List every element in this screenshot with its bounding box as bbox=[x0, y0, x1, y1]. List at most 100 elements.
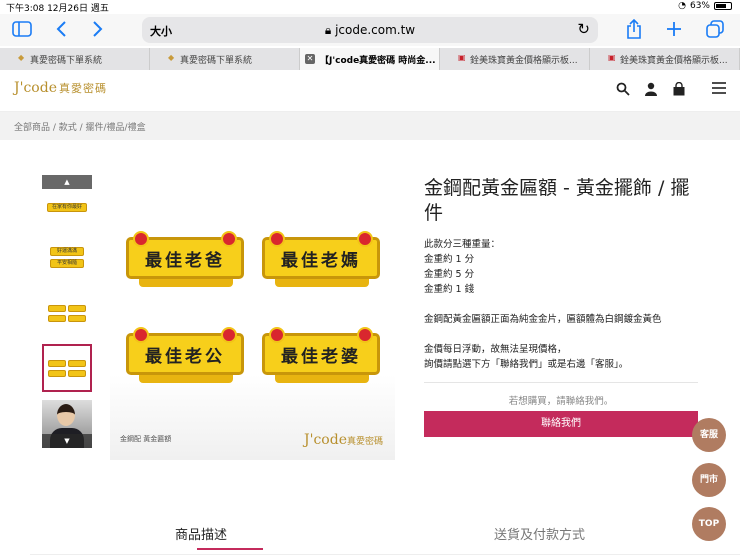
tab-label: 【J'code真愛密碼 時尚金... bbox=[320, 55, 436, 66]
breadcrumb[interactable]: 全部商品 / 款式 / 擺件/禮品/禮盒 bbox=[14, 120, 146, 133]
thumb-plaque bbox=[48, 314, 66, 322]
tab-label: 銓美珠寶黃金價格顯示板... bbox=[470, 55, 578, 66]
menu-icon[interactable] bbox=[712, 82, 726, 98]
image-caption: 金鋼配 黃金匾額 bbox=[120, 435, 172, 443]
url-text: 🔒︎ jcode.com.tw bbox=[142, 23, 598, 38]
thumb-row bbox=[48, 314, 86, 322]
watermark-brand: J'code bbox=[304, 432, 347, 448]
customer-service-button[interactable]: 客服 bbox=[692, 418, 726, 452]
desc-line: 金價每日浮動，故無法呈現價格， bbox=[424, 344, 567, 355]
thumb-plaque bbox=[68, 359, 86, 367]
site-logo[interactable]: J'code 真愛密碼 bbox=[14, 80, 107, 96]
plaque-text: 最佳老爸 bbox=[145, 250, 225, 271]
thumb-row bbox=[48, 304, 86, 312]
desc-line: 金重約 5 分 bbox=[424, 269, 475, 280]
product-description: 此款分三種重量： 金重約 1 分 金重約 5 分 金重約 1 錢 金鋼配黃金匾額… bbox=[424, 237, 662, 372]
browser-tab[interactable]: ◆ 真愛密碼下單系統 bbox=[0, 48, 150, 70]
plaque-base bbox=[275, 375, 369, 383]
plaque: 最佳老婆 bbox=[262, 327, 380, 383]
plaque-text: 最佳老婆 bbox=[281, 346, 361, 367]
browser-tab-active[interactable]: ✕ 【J'code真愛密碼 時尚金... bbox=[300, 48, 440, 70]
plaque-base bbox=[139, 279, 233, 287]
plaque: 最佳老媽 bbox=[262, 231, 380, 287]
battery-percent: 63% bbox=[689, 1, 710, 11]
browser-toolbar: 大小 🔒︎ jcode.com.tw ↻ bbox=[0, 14, 740, 46]
model-head bbox=[57, 404, 75, 426]
reload-icon[interactable]: ↻ bbox=[577, 20, 590, 38]
chevron-up-icon[interactable]: ▲ bbox=[42, 175, 92, 189]
tab-overview-icon[interactable] bbox=[706, 18, 724, 40]
browser-tab[interactable]: ▣ 銓美珠寶黃金價格顯示板... bbox=[440, 48, 590, 70]
desc-line: 金重約 1 錢 bbox=[424, 284, 475, 295]
thumb-plaque: 在家有你最好 bbox=[47, 202, 87, 212]
thumbnail[interactable]: 在家有你最好 bbox=[42, 189, 92, 225]
thumb-plaque bbox=[68, 304, 86, 312]
search-icon[interactable] bbox=[616, 82, 630, 100]
plaque: 最佳老公 bbox=[126, 327, 244, 383]
thumbnail[interactable] bbox=[42, 289, 92, 337]
plaque-base bbox=[275, 279, 369, 287]
desc-line: 詢價請點選下方「聯絡我們」或是右邊「客服」。 bbox=[424, 359, 629, 370]
thumb-row bbox=[48, 369, 86, 377]
product-tabs: 商品描述 送貨及付款方式 bbox=[30, 518, 740, 555]
favicon-icon: ▣ bbox=[608, 53, 616, 62]
share-icon[interactable] bbox=[626, 18, 642, 40]
browser-tab[interactable]: ◆ 真愛密碼下單系統 bbox=[150, 48, 300, 70]
site-header: J'code 真愛密碼 bbox=[0, 70, 740, 112]
thumb-plaque: 好運滿滿 bbox=[50, 246, 84, 256]
plaque: 最佳老爸 bbox=[126, 231, 244, 287]
plaque-text: 最佳老公 bbox=[145, 346, 225, 367]
main-product-image[interactable]: 最佳老爸 最佳老媽 最佳老公 最佳老婆 金鋼配 黃金匾額 J'code真愛密碼 bbox=[110, 175, 395, 460]
thumb-plaque bbox=[48, 359, 66, 367]
status-bar: 下午3:08 12月26日 週五 ◔ 63% bbox=[0, 0, 740, 14]
status-time: 下午3:08 12月26日 週五 bbox=[6, 4, 109, 14]
active-tab-indicator bbox=[197, 548, 263, 550]
thumb-plaque: 平安相隨 bbox=[50, 258, 84, 268]
sidebar-icon[interactable] bbox=[12, 18, 32, 40]
logo-brand: J'code bbox=[14, 80, 57, 96]
thumb-plaque bbox=[68, 314, 86, 322]
tab-label: 銓美珠寶黃金價格顯示板... bbox=[620, 55, 728, 66]
wifi-icon: ◔ bbox=[678, 1, 686, 11]
thumbnail[interactable]: 好運滿滿 平安相隨 bbox=[42, 233, 92, 281]
favicon-icon: ▣ bbox=[458, 53, 466, 62]
chevron-down-icon[interactable]: ▼ bbox=[42, 434, 92, 448]
divider bbox=[424, 382, 698, 383]
battery-icon bbox=[714, 2, 732, 10]
image-watermark-logo: J'code真愛密碼 bbox=[304, 432, 383, 448]
user-icon[interactable] bbox=[644, 82, 658, 100]
logo-cn: 真愛密碼 bbox=[58, 82, 107, 95]
desc-line: 金鋼配黃金匾額正面為純金金片，匾額體為白鋼鍍金黃色 bbox=[424, 314, 662, 325]
thumb-row bbox=[48, 359, 86, 367]
favicon-icon: ◆ bbox=[18, 53, 25, 62]
status-right: ◔ 63% bbox=[678, 1, 732, 11]
breadcrumb-bar: 全部商品 / 款式 / 擺件/禮品/禮盒 bbox=[0, 112, 740, 140]
lock-icon: 🔒︎ bbox=[324, 23, 336, 37]
purchase-note: 若想購買，請聯絡我們。 bbox=[508, 396, 614, 407]
close-tab-icon[interactable]: ✕ bbox=[305, 54, 315, 64]
product-title: 金鋼配黃金匾額 - 黃金擺飾 / 擺件 bbox=[424, 177, 690, 224]
thumbnail-gallery: ▲ 在家有你最好 好運滿滿 平安相隨 ▼ bbox=[42, 175, 92, 450]
cart-icon[interactable] bbox=[672, 81, 686, 100]
url-value: jcode.com.tw bbox=[335, 23, 416, 37]
tab-shipping[interactable]: 送貨及付款方式 bbox=[494, 524, 585, 543]
browser-tab[interactable]: ▣ 銓美珠寶黃金價格顯示板... bbox=[590, 48, 740, 70]
thumb-plaque bbox=[68, 369, 86, 377]
stores-button[interactable]: 門市 bbox=[692, 463, 726, 497]
forward-icon[interactable] bbox=[92, 18, 104, 40]
desc-line: 金重約 1 分 bbox=[424, 254, 475, 265]
plaque-base bbox=[139, 375, 233, 383]
thumbnail-selected[interactable] bbox=[42, 344, 92, 392]
contact-us-button[interactable]: 聯絡我們 bbox=[424, 411, 698, 437]
plaque-text: 最佳老媽 bbox=[281, 250, 361, 271]
address-bar[interactable]: 大小 🔒︎ jcode.com.tw ↻ bbox=[142, 17, 598, 43]
favicon-icon: ◆ bbox=[168, 53, 175, 62]
tab-label: 真愛密碼下單系統 bbox=[180, 55, 253, 66]
back-icon[interactable] bbox=[55, 18, 67, 40]
thumb-plaque bbox=[48, 304, 66, 312]
new-tab-icon[interactable] bbox=[666, 18, 682, 40]
browser-tab-bar: ◆ 真愛密碼下單系統 ◆ 真愛密碼下單系統 ✕ 【J'code真愛密碼 時尚金... … bbox=[0, 48, 740, 70]
tab-description[interactable]: 商品描述 bbox=[175, 524, 227, 543]
